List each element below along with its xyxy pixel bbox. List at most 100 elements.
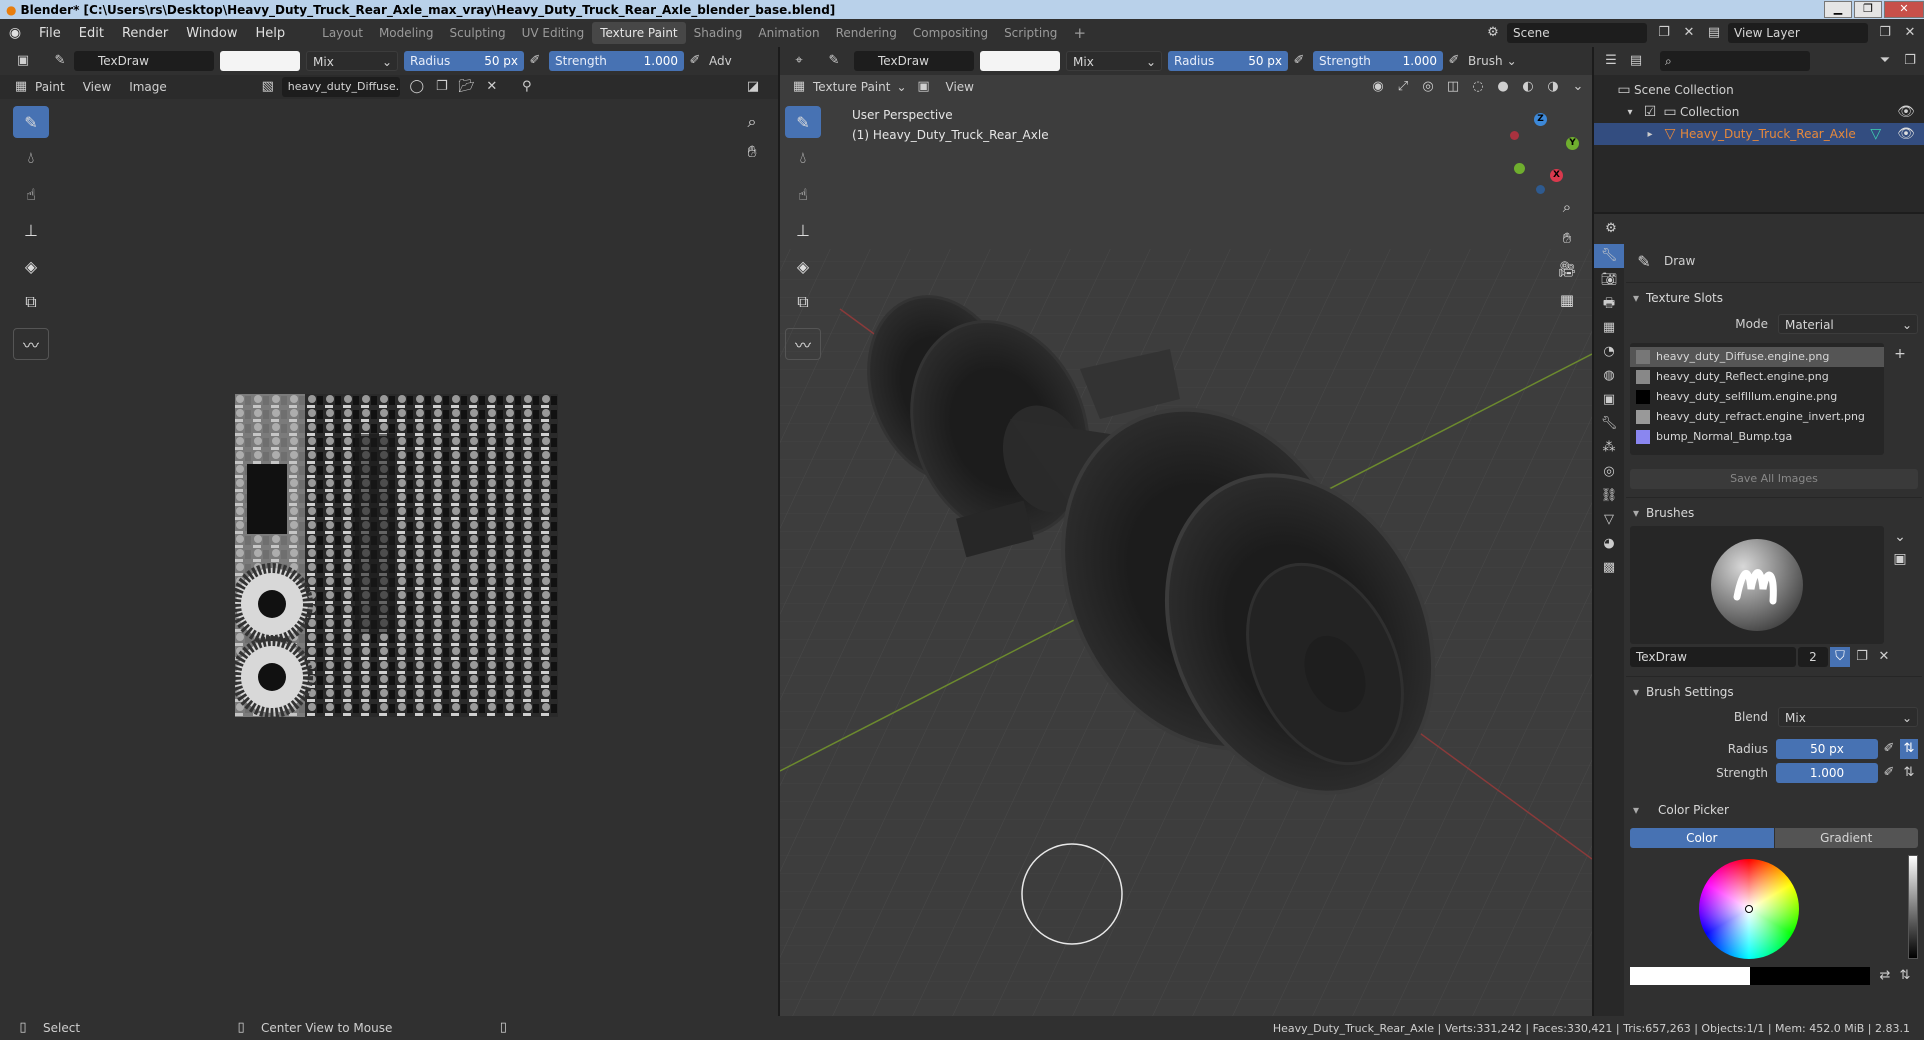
add-workspace-icon[interactable]: +: [1065, 22, 1094, 44]
texture-paint-mode-icon[interactable]: ▦: [788, 77, 810, 97]
duplicate-brush-icon[interactable]: ❐: [1852, 647, 1872, 667]
navigation-gizmo[interactable]: Z Y X: [1500, 107, 1580, 194]
tab-color[interactable]: Color: [1630, 828, 1774, 848]
gizmo-toggle-icon[interactable]: ⤢: [1392, 77, 1414, 97]
tab-tool-icon[interactable]: 🔧︎: [1594, 244, 1624, 268]
editor-type-icon[interactable]: ▣: [12, 51, 34, 71]
scene-selector[interactable]: Scene: [1507, 23, 1647, 43]
texture-slot-item[interactable]: heavy_duty_selfIllum.engine.png: [1630, 387, 1884, 407]
brush-name-field[interactable]: TexDraw: [74, 51, 214, 71]
solid-shading-icon[interactable]: ●: [1492, 77, 1514, 97]
tab-data-icon[interactable]: ▽: [1594, 508, 1624, 532]
clone-tool-icon[interactable]: ⊥: [13, 214, 49, 246]
texture-slot-item[interactable]: heavy_duty_Diffuse.engine.png: [1630, 347, 1884, 367]
strength-unified-icon[interactable]: ⇅: [1900, 763, 1918, 783]
pan-hand-icon[interactable]: ✋︎: [1555, 223, 1579, 254]
perspective-toggle-icon[interactable]: ▦: [1555, 285, 1579, 316]
paint-mode-dropdown[interactable]: Paint: [35, 80, 65, 94]
scene-icon[interactable]: ⚙: [1482, 23, 1504, 43]
maximize-button[interactable]: ❐: [1854, 1, 1882, 18]
tab-physics-icon[interactable]: ◎: [1594, 460, 1624, 484]
texture-slot-item[interactable]: heavy_duty_Reflect.engine.png: [1630, 367, 1884, 387]
filter-icon[interactable]: ⏷: [1874, 51, 1896, 71]
new-scene-icon[interactable]: ❐: [1653, 23, 1675, 43]
zoom-icon[interactable]: ⌕: [1555, 192, 1579, 223]
blend-dropdown[interactable]: Mix ⌄: [306, 51, 398, 71]
color-picker-panel-header[interactable]: Color Picker: [1626, 799, 1922, 821]
tab-scripting[interactable]: Scripting: [996, 22, 1065, 44]
mode-dropdown[interactable]: Texture Paint: [813, 80, 890, 94]
display-mode-icon[interactable]: ▤: [1625, 51, 1647, 71]
radius-slider[interactable]: Radius 50 px: [404, 51, 524, 71]
zoom-icon[interactable]: ⌕: [740, 107, 764, 137]
menu-file[interactable]: File: [30, 26, 70, 41]
color-swatch[interactable]: [220, 51, 300, 71]
tab-layout[interactable]: Layout: [314, 22, 371, 44]
soften-tool-icon-3d[interactable]: 💧︎: [785, 142, 821, 174]
brush-preview[interactable]: [1630, 526, 1884, 644]
menu-edit[interactable]: Edit: [70, 26, 113, 41]
blend-dropdown[interactable]: Mix ⌄: [1778, 707, 1918, 727]
unlink-image-icon[interactable]: ✕: [481, 77, 503, 97]
fill-tool-icon-3d[interactable]: ◈: [785, 250, 821, 282]
clone-tool-icon-3d[interactable]: ⊥: [785, 214, 821, 246]
shield-icon[interactable]: ⛉: [1830, 647, 1850, 667]
tab-particles-icon[interactable]: ⁂: [1594, 436, 1624, 460]
draw-tool-icon-3d[interactable]: ✎: [785, 106, 821, 138]
menu-render[interactable]: Render: [113, 26, 177, 41]
tab-texture-icon[interactable]: ▩: [1594, 556, 1624, 580]
radius-pressure-icon-3d[interactable]: ✐: [1288, 51, 1310, 71]
secondary-color-swatch[interactable]: [1750, 967, 1870, 985]
expand-arrow-icon[interactable]: ▾: [1620, 101, 1640, 123]
viewport-area[interactable]: ⌖ ✎ TexDraw Mix ⌄ Radius 50 px ✐ Strength 1…: [780, 47, 1592, 1016]
blend-dropdown-3d[interactable]: Mix ⌄: [1066, 51, 1162, 71]
gizmo-neg-y[interactable]: [1514, 163, 1525, 174]
delete-view-layer-icon[interactable]: ✕: [1899, 23, 1921, 43]
tab-world-icon[interactable]: ◍: [1594, 364, 1624, 388]
eye-icon[interactable]: 👁︎: [1896, 123, 1916, 145]
brush-image-icon[interactable]: ▣: [1890, 548, 1910, 570]
menu-help[interactable]: Help: [247, 26, 295, 41]
xray-toggle-icon[interactable]: ◫: [1442, 77, 1464, 97]
new-view-layer-icon[interactable]: ❐: [1874, 23, 1896, 43]
strength-slider[interactable]: 1.000: [1776, 763, 1878, 783]
image-name-field[interactable]: heavy_duty_Diffuse...: [281, 77, 400, 97]
fill-tool-icon[interactable]: ◈: [13, 250, 49, 282]
brush-menu[interactable]: Brush: [1468, 54, 1503, 68]
rendered-shading-icon[interactable]: ◑: [1542, 77, 1564, 97]
radius-unified-icon[interactable]: ⇅: [1900, 739, 1918, 759]
tab-gradient[interactable]: Gradient: [1774, 828, 1918, 848]
brush-tool-icon[interactable]: ✎: [49, 51, 71, 71]
radius-slider[interactable]: 50 px: [1776, 739, 1878, 759]
mode-dropdown[interactable]: Material ⌄: [1778, 314, 1918, 334]
new-collection-icon[interactable]: ❐: [1899, 51, 1921, 71]
texture-slot-item[interactable]: heavy_duty_refract.engine_invert.png: [1630, 407, 1884, 427]
tab-render-icon[interactable]: 📷︎: [1594, 268, 1624, 292]
brushes-panel-header[interactable]: Brushes: [1626, 502, 1922, 524]
close-button[interactable]: ✕: [1884, 1, 1924, 18]
image-browse-icon[interactable]: ▧: [257, 77, 279, 97]
pin-icon[interactable]: ⚲: [516, 77, 538, 97]
tab-animation[interactable]: Animation: [750, 22, 827, 44]
tab-texture-paint[interactable]: Texture Paint: [592, 22, 686, 44]
tab-compositing[interactable]: Compositing: [905, 22, 996, 44]
texture-slots-panel-header[interactable]: Texture Slots: [1626, 287, 1922, 309]
texture-slot-item[interactable]: bump_Normal_Bump.tga: [1630, 427, 1884, 447]
brush-users-count[interactable]: 2: [1798, 647, 1828, 667]
annotate-tool-icon[interactable]: 〰: [13, 328, 49, 360]
smear-tool-icon-3d[interactable]: ☝: [785, 178, 821, 210]
fake-user-icon[interactable]: ◯: [406, 77, 428, 97]
tab-uv-editing[interactable]: UV Editing: [514, 22, 593, 44]
tab-object-icon[interactable]: ▣: [1594, 388, 1624, 412]
radius-pressure-icon[interactable]: ✐: [524, 51, 546, 71]
display-channels-icon[interactable]: ◪: [742, 77, 764, 97]
color-unified-icon[interactable]: ⇅: [1896, 966, 1914, 986]
gizmo-z-axis[interactable]: Z: [1534, 113, 1547, 126]
view-layer-selector[interactable]: View Layer: [1728, 23, 1868, 43]
draw-tool-icon[interactable]: ✎: [13, 106, 49, 138]
material-shading-icon[interactable]: ◐: [1517, 77, 1539, 97]
tab-modeling[interactable]: Modeling: [371, 22, 442, 44]
gizmo-y-axis[interactable]: Y: [1566, 137, 1579, 150]
mask-toggle-icon[interactable]: ▣: [913, 77, 935, 97]
overlay-toggle-icon[interactable]: ◎: [1417, 77, 1439, 97]
